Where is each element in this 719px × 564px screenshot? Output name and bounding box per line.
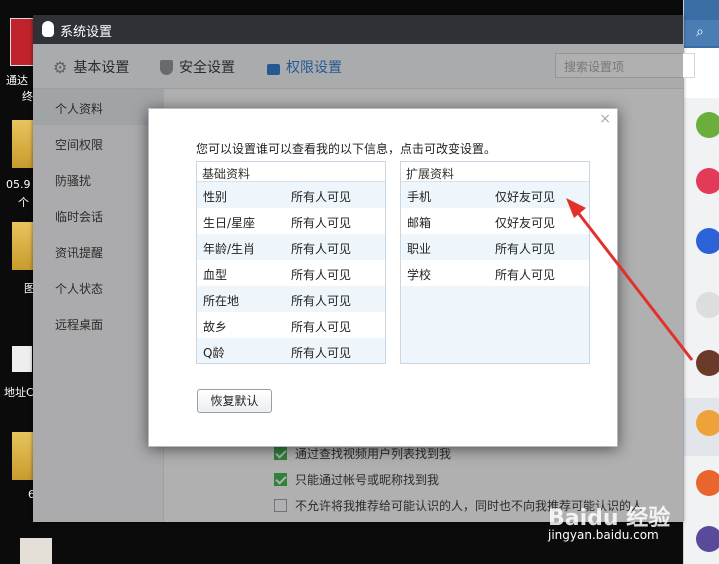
- visibility-value[interactable]: 仅好友可见: [495, 214, 555, 231]
- close-icon[interactable]: ×: [599, 111, 611, 127]
- visibility-row[interactable]: 手机 仅好友可见: [401, 182, 589, 208]
- window-title: 系统设置: [60, 25, 113, 40]
- field-name: 血型: [203, 268, 228, 282]
- document-icon[interactable]: [12, 346, 32, 372]
- contact-avatar[interactable]: [696, 470, 719, 496]
- contact-avatar[interactable]: [696, 112, 719, 138]
- field-name: Q龄: [203, 346, 225, 360]
- field-name: 职业: [407, 242, 432, 256]
- visibility-row[interactable]: 年龄/生肖 所有人可见: [197, 234, 385, 260]
- image-file-icon[interactable]: [20, 538, 52, 564]
- field-name: 学校: [407, 268, 432, 282]
- contact-avatar[interactable]: [696, 350, 719, 376]
- visibility-row[interactable]: Q龄 所有人可见: [197, 338, 385, 364]
- visibility-value[interactable]: 所有人可见: [291, 344, 351, 361]
- extended-info-panel: 扩展资料 手机 仅好友可见 邮箱 仅好友可见 职业 所有人可见 学校 所有人可见: [400, 161, 590, 364]
- visibility-value[interactable]: 所有人可见: [291, 214, 351, 231]
- folder-icon[interactable]: [12, 432, 34, 480]
- contact-avatar[interactable]: [696, 526, 719, 552]
- field-name: 生日/星座: [203, 216, 256, 230]
- chat-search-bar[interactable]: ⌕: [684, 20, 719, 46]
- visibility-dialog: × 您可以设置谁可以查看我的以下信息，点击可改变设置。 基础资料 性别 所有人可见…: [148, 108, 618, 447]
- watermark-url: jingyan.baidu.com: [548, 528, 659, 542]
- visibility-row[interactable]: 学校 所有人可见: [401, 260, 589, 286]
- visibility-value[interactable]: 仅好友可见: [495, 188, 555, 205]
- window-titlebar: 系统设置: [33, 15, 683, 44]
- qq-penguin-icon: [42, 21, 54, 37]
- desktop-icon-label: 个: [18, 196, 29, 209]
- visibility-row[interactable]: 故乡 所有人可见: [197, 312, 385, 338]
- field-name: 故乡: [203, 320, 228, 334]
- visibility-value[interactable]: 所有人可见: [291, 292, 351, 309]
- visibility-row[interactable]: 职业 所有人可见: [401, 234, 589, 260]
- desktop-icon-label: 05.9: [6, 178, 31, 191]
- chat-sidebar: ⌕: [683, 0, 719, 564]
- visibility-row[interactable]: 血型 所有人可见: [197, 260, 385, 286]
- dialog-hint: 您可以设置谁可以查看我的以下信息，点击可改变设置。: [196, 142, 497, 156]
- contact-avatar[interactable]: [696, 228, 719, 254]
- field-name: 所在地: [203, 294, 240, 308]
- visibility-value[interactable]: 所有人可见: [291, 266, 351, 283]
- visibility-value[interactable]: 所有人可见: [291, 318, 351, 335]
- panel-title: 基础资料: [197, 162, 385, 182]
- field-name: 邮箱: [407, 216, 432, 230]
- panel-title: 扩展资料: [401, 162, 589, 182]
- folder-icon[interactable]: [12, 120, 34, 168]
- restore-default-button[interactable]: 恢复默认: [197, 389, 272, 413]
- desktop-icon-label: 地址C: [4, 386, 34, 399]
- field-name: 年龄/生肖: [203, 242, 256, 256]
- desktop-icon-label: 通达: [6, 74, 28, 87]
- visibility-row[interactable]: 生日/星座 所有人可见: [197, 208, 385, 234]
- field-name: 性别: [203, 190, 228, 204]
- contact-avatar[interactable]: [696, 168, 719, 194]
- visibility-value[interactable]: 所有人可见: [495, 240, 555, 257]
- field-name: 手机: [407, 190, 432, 204]
- search-icon: ⌕: [696, 24, 704, 40]
- contact-avatar[interactable]: [696, 410, 719, 436]
- visibility-value[interactable]: 所有人可见: [291, 188, 351, 205]
- basic-info-panel: 基础资料 性别 所有人可见 生日/星座 所有人可见 年龄/生肖 所有人可见 血型 所有人可见所…: [196, 161, 386, 364]
- visibility-value[interactable]: 所有人可见: [495, 266, 555, 283]
- visibility-value[interactable]: 所有人可见: [291, 240, 351, 257]
- visibility-row[interactable]: 所在地 所有人可见: [197, 286, 385, 312]
- visibility-row[interactable]: 性别 所有人可见: [197, 182, 385, 208]
- contact-avatar[interactable]: [696, 292, 719, 318]
- folder-icon[interactable]: [12, 222, 34, 270]
- visibility-row[interactable]: 邮箱 仅好友可见: [401, 208, 589, 234]
- desktop-icon-label: 终: [22, 90, 33, 103]
